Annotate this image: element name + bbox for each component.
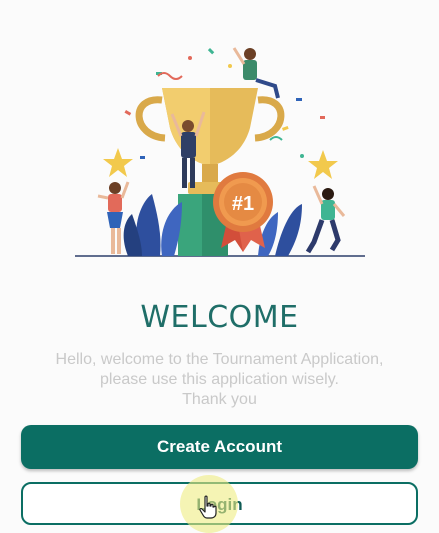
welcome-message-line-2: please use this application wisely. bbox=[100, 371, 339, 388]
welcome-message-line-3: Thank you bbox=[182, 391, 257, 408]
create-account-button[interactable]: Create Account bbox=[21, 425, 418, 469]
welcome-message-line-1: Hello, welcome to the Tournament Applica… bbox=[55, 351, 384, 368]
hand-pointer-icon bbox=[199, 495, 217, 519]
trophy-illustration: #1 bbox=[75, 47, 365, 257]
rank-badge-text: #1 bbox=[232, 193, 254, 215]
welcome-message: Hello, welcome to the Tournament Applica… bbox=[20, 350, 419, 410]
welcome-title: WELCOME bbox=[140, 300, 299, 335]
